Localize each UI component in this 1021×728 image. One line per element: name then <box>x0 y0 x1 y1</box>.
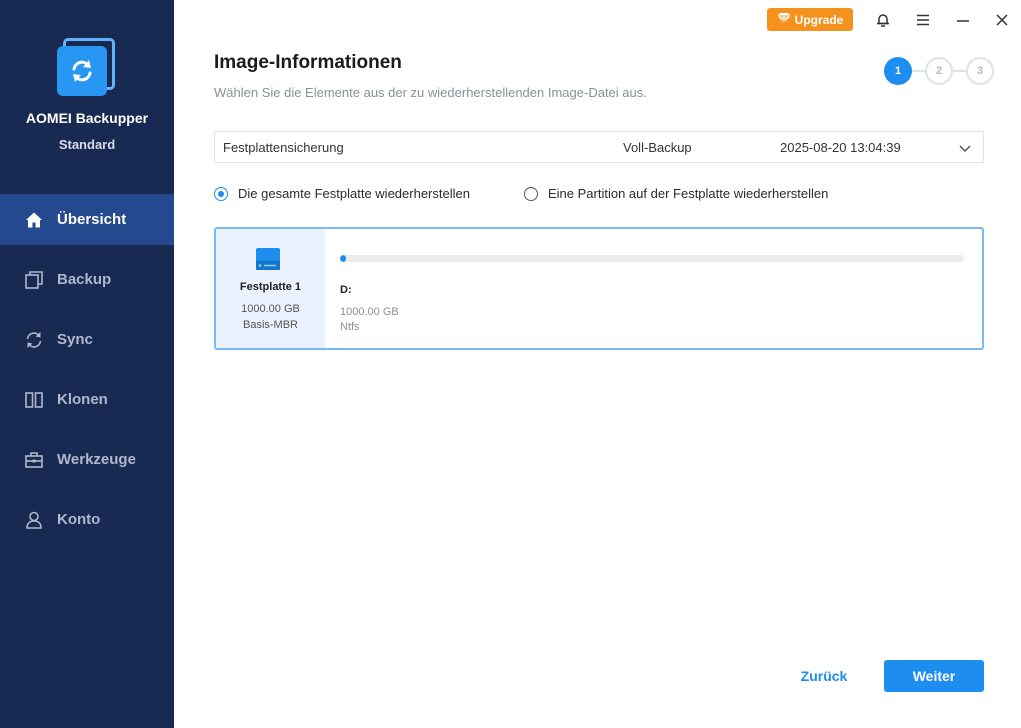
sidebar-item-werkzeuge[interactable]: Werkzeuge <box>0 434 174 485</box>
step-1: 1 <box>884 57 912 85</box>
upgrade-label: Upgrade <box>794 12 844 27</box>
backup-name: Festplattensicherung <box>223 139 344 155</box>
disk-style: Basis-MBR <box>242 319 298 331</box>
diamond-icon <box>777 12 791 27</box>
hard-disk-icon <box>254 245 282 273</box>
partition-size: 1000.00 GB <box>340 306 399 318</box>
option-partition[interactable]: Eine Partition auf der Festplatte wieder… <box>524 186 828 201</box>
user-icon <box>24 510 44 530</box>
backup-image-select[interactable]: Festplattensicherung Voll-Backup 2025-08… <box>214 131 984 163</box>
sidebar-item-label: Werkzeuge <box>57 451 136 468</box>
step-connector <box>912 70 925 72</box>
sidebar-item-backup[interactable]: Backup <box>0 254 174 305</box>
option-label: Eine Partition auf der Festplatte wieder… <box>548 186 829 201</box>
disk-info: Festplatte 1 1000.00 GB Basis-MBR <box>216 229 325 348</box>
partition-usage-fill <box>340 255 347 262</box>
sidebar-item-label: Konto <box>57 511 101 528</box>
app-logo <box>57 38 117 98</box>
backup-date: 2025-08-20 13:04:39 <box>780 139 901 155</box>
step-indicator: 1 2 3 <box>884 57 994 85</box>
disk-size: 1000.00 GB <box>241 303 300 315</box>
page-title: Image-Informationen <box>214 52 402 73</box>
toolbox-icon <box>24 450 44 470</box>
logo-sync-icon <box>57 46 107 96</box>
upgrade-button[interactable]: Upgrade <box>767 8 853 31</box>
sync-icon <box>24 330 44 350</box>
sidebar-item-sync[interactable]: Sync <box>0 314 174 365</box>
sidebar-item-konto[interactable]: Konto <box>0 494 174 545</box>
step-2: 2 <box>925 57 953 85</box>
partition-letter: D: <box>340 284 352 296</box>
menu-icon[interactable] <box>911 8 935 32</box>
sidebar-item-label: Übersicht <box>57 211 127 228</box>
option-label: Die gesamte Festplatte wiederherstellen <box>238 186 470 201</box>
disk-panel[interactable]: Festplatte 1 1000.00 GB Basis-MBR D: 100… <box>214 227 984 350</box>
disk-name: Festplatte 1 <box>239 281 302 293</box>
home-icon <box>24 210 44 230</box>
sidebar-item-klonen[interactable]: Klonen <box>0 374 174 425</box>
step-3: 3 <box>966 57 994 85</box>
next-button[interactable]: Weiter <box>884 660 984 692</box>
minimize-icon[interactable] <box>951 8 975 32</box>
radio-checked[interactable] <box>214 186 228 201</box>
sidebar-item-label: Sync <box>57 331 93 348</box>
sidebar-item-label: Klonen <box>57 391 108 408</box>
back-button[interactable]: Zurück <box>784 660 864 692</box>
chevron-down-icon[interactable] <box>957 140 973 156</box>
partition-usage-bar <box>340 255 964 262</box>
sidebar-item-label: Backup <box>57 271 112 288</box>
option-whole-disk[interactable]: Die gesamte Festplatte wiederherstellen <box>214 186 470 201</box>
backup-type: Voll-Backup <box>623 139 692 155</box>
sidebar-nav: Übersicht Backup Sync Klonen Werkzeuge K… <box>0 194 174 554</box>
app-edition: Standard <box>58 137 116 152</box>
page-subtitle: Wählen Sie die Elemente aus der zu wiede… <box>214 85 647 100</box>
backup-icon <box>24 270 44 290</box>
close-icon[interactable] <box>990 8 1014 32</box>
clone-icon <box>24 390 44 410</box>
sidebar: AOMEI Backupper Standard Übersicht Backu… <box>0 0 174 728</box>
sidebar-item-uebersicht[interactable]: Übersicht <box>0 194 174 245</box>
step-connector <box>953 70 966 72</box>
radio-unchecked[interactable] <box>524 186 538 201</box>
bell-icon[interactable] <box>871 8 895 32</box>
partition-filesystem: Ntfs <box>340 321 360 333</box>
app-name: AOMEI Backupper <box>25 110 149 126</box>
